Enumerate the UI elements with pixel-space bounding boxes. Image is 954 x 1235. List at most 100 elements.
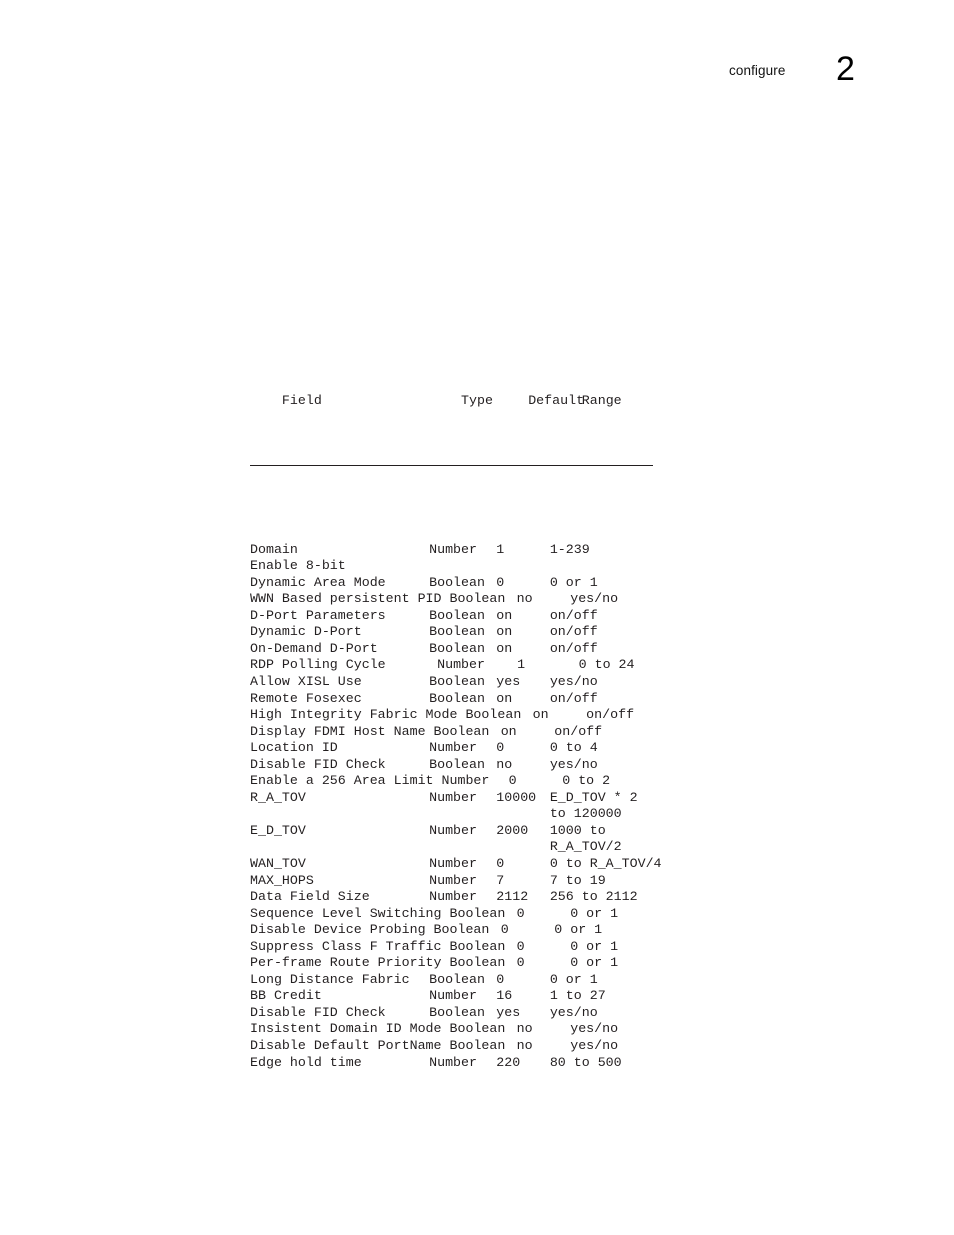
- table-body: Domain Number 1 1-239 Enable 8-bit Dynamic Ar…: [250, 542, 720, 1072]
- cell-default: 0: [508, 773, 517, 789]
- cell-type: Number: [429, 789, 477, 805]
- cell-field: E_D_TOV: [250, 822, 306, 838]
- table-header-row: Field Type DefaultRange: [250, 376, 720, 408]
- cell-default: on: [496, 607, 513, 623]
- cell-type: Boolean: [433, 723, 490, 739]
- cell-type: Boolean: [465, 707, 522, 723]
- cell-type: Boolean: [449, 1038, 506, 1054]
- cell-type: Number: [429, 889, 477, 905]
- cell-type: Number: [429, 872, 477, 888]
- table-row: Allow XISL Use Boolean yes yes/no: [250, 674, 720, 691]
- table-row: Remote Fosexec Boolean on on/off: [250, 691, 720, 708]
- cell-range: 0 or 1: [570, 905, 619, 921]
- cell-default: 0: [496, 971, 505, 987]
- cell-field: Suppress Class F Traffic: [250, 938, 450, 954]
- table-row: E_D_TOV Number 2000 1000 to: [250, 823, 720, 840]
- cell-default: 0: [516, 905, 525, 921]
- table-row: BB Credit Number 16 1 to 27: [250, 988, 720, 1005]
- cell-default: 1: [517, 657, 526, 673]
- cell-range: yes/no: [549, 1004, 598, 1020]
- cell-type: Boolean: [449, 1021, 506, 1037]
- cell-field: Location ID: [250, 740, 338, 756]
- table-row: Sequence Level Switching Boolean 0 0 or 1: [250, 906, 720, 923]
- cell-type: Number: [441, 773, 490, 789]
- table-row: Insistent Domain ID Mode Boolean no yes/no: [250, 1021, 720, 1038]
- cell-range: on/off: [549, 607, 598, 623]
- column-header-type: Type: [461, 392, 493, 408]
- cell-range: yes/no: [549, 673, 598, 689]
- table-row: Disable FID Check Boolean yes yes/no: [250, 1005, 720, 1022]
- table-row: Location ID Number 0 0 to 4: [250, 740, 720, 757]
- cell-default: on: [496, 690, 513, 706]
- cell-range: 0 to R_A_TOV/4: [549, 856, 662, 871]
- cell-range: 1-239: [549, 541, 590, 557]
- cell-default: on: [496, 640, 513, 656]
- cell-default: no: [516, 591, 533, 607]
- table-header-rule: [250, 465, 653, 467]
- running-header-title: configure: [729, 63, 786, 78]
- table-row: D-Port Parameters Boolean on on/off: [250, 608, 720, 625]
- cell-range: 0 or 1: [549, 574, 598, 590]
- cell-type: Boolean: [429, 640, 485, 656]
- chapter-number: 2: [836, 50, 855, 88]
- cell-field: D-Port Parameters: [250, 607, 386, 623]
- cell-type: Boolean: [429, 971, 485, 987]
- table-row: Enable 8-bit: [250, 558, 720, 575]
- column-header-field: Field: [281, 392, 322, 408]
- cell-range: on/off: [549, 624, 598, 640]
- cell-field: On-Demand D-Port: [250, 640, 378, 656]
- cell-field: MAX_HOPS: [250, 872, 314, 888]
- cell-field: Disable FID Check: [250, 756, 386, 772]
- table-row: Enable a 256 Area Limit Number 0 0 to 2: [250, 773, 720, 790]
- table-row: WAN_TOV Number 0 0 to R_A_TOV/4: [250, 856, 720, 873]
- cell-range: 0 or 1: [549, 971, 598, 987]
- table-row: MAX_HOPS Number 7 7 to 19: [250, 873, 720, 890]
- cell-field: Per-frame Route Priority: [250, 955, 450, 971]
- cell-range: 1000 to: [549, 822, 606, 838]
- table-rule-row: [250, 459, 720, 476]
- table-row: WWN Based persistent PID Boolean no yes/no: [250, 591, 720, 608]
- table-row: Edge hold time Number 220 80 to 500: [250, 1055, 720, 1072]
- cell-field: Long Distance Fabric: [250, 971, 410, 987]
- table-row: R_A_TOV Number 10000 E_D_TOV * 2: [250, 790, 720, 807]
- cell-range: on/off: [554, 723, 603, 739]
- cell-type: Boolean: [433, 922, 490, 938]
- cell-field: Enable 8-bit: [250, 558, 346, 574]
- cell-default: 2112: [496, 889, 529, 905]
- cell-field: RDP Polling Cycle: [250, 657, 386, 673]
- cell-type: Boolean: [429, 574, 485, 590]
- cell-range: on/off: [586, 707, 635, 723]
- cell-range: on/off: [549, 640, 598, 656]
- cell-range: 1 to 27: [549, 988, 606, 1004]
- cell-type: Boolean: [449, 938, 506, 954]
- cell-default: no: [516, 1038, 533, 1054]
- column-header-range: Range: [581, 392, 622, 408]
- cell-type: Number: [429, 822, 477, 838]
- cell-field: Dynamic Area Mode: [250, 574, 386, 590]
- table-row: Disable FID Check Boolean no yes/no: [250, 757, 720, 774]
- cell-default: on: [500, 723, 517, 739]
- cell-default: yes: [496, 1004, 521, 1020]
- cell-type: Boolean: [449, 955, 506, 971]
- cell-field: Domain: [250, 541, 298, 557]
- cell-range: 7 to 19: [549, 872, 606, 888]
- cell-field: Disable Default PortName: [250, 1038, 450, 1054]
- cell-range: 0 to 4: [549, 740, 598, 756]
- table-row: R_A_TOV/2: [250, 839, 720, 856]
- cell-field: Remote Fosexec: [250, 690, 362, 706]
- cell-type: Number: [437, 657, 485, 673]
- cell-default: on: [532, 707, 549, 723]
- cell-default: 10000: [496, 789, 537, 805]
- cell-field: BB Credit: [250, 988, 322, 1004]
- cell-field: Disable FID Check: [250, 1004, 386, 1020]
- page-header: configure 2: [0, 0, 954, 120]
- table-row: Dynamic D-Port Boolean on on/off: [250, 624, 720, 641]
- cell-default: 0: [496, 740, 505, 756]
- table-row: Display FDMI Host Name Boolean on on/off: [250, 724, 720, 741]
- cell-range: yes/no: [570, 1038, 619, 1054]
- cell-type: Boolean: [429, 624, 485, 640]
- cell-field: Enable a 256 Area Limit: [250, 773, 442, 789]
- cell-field: Allow XISL Use: [250, 673, 362, 689]
- configure-parameters-table: Field Type DefaultRange Domain Number 1 1-239…: [250, 310, 720, 1104]
- cell-range: 0 to 2: [562, 773, 611, 789]
